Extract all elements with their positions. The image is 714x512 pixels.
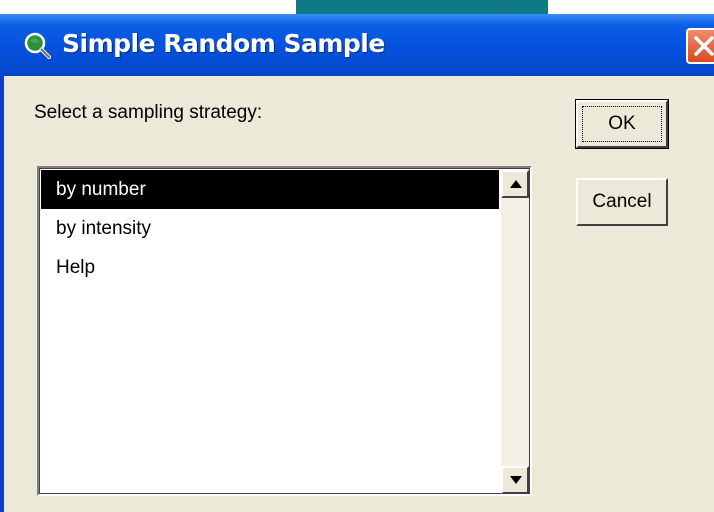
arrow-down-icon (510, 476, 522, 484)
strategy-listbox[interactable]: by number by intensity Help (37, 166, 532, 496)
magnifier-globe-icon (24, 32, 51, 59)
close-icon (694, 36, 714, 56)
cancel-button-label: Cancel (592, 191, 652, 212)
list-item-by-intensity[interactable]: by intensity (41, 209, 499, 248)
arrow-up-icon (510, 180, 522, 188)
list-item-help[interactable]: Help (41, 248, 499, 287)
background-strip (0, 0, 714, 14)
ok-button[interactable]: OK (575, 99, 669, 149)
cancel-button[interactable]: Cancel (576, 178, 668, 226)
scroll-up-button[interactable] (501, 170, 529, 198)
title-bar[interactable]: Simple Random Sample (0, 14, 714, 76)
close-button[interactable] (686, 28, 714, 64)
window-title: Simple Random Sample (62, 29, 385, 58)
background-window-edge (296, 0, 548, 14)
list-item-by-number[interactable]: by number (41, 170, 499, 209)
vertical-scrollbar[interactable] (501, 170, 529, 494)
scroll-down-button[interactable] (501, 466, 529, 494)
ok-button-label: OK (608, 113, 636, 134)
list-items: by number by intensity Help (41, 170, 499, 287)
prompt-label: Select a sampling strategy: (34, 102, 263, 123)
